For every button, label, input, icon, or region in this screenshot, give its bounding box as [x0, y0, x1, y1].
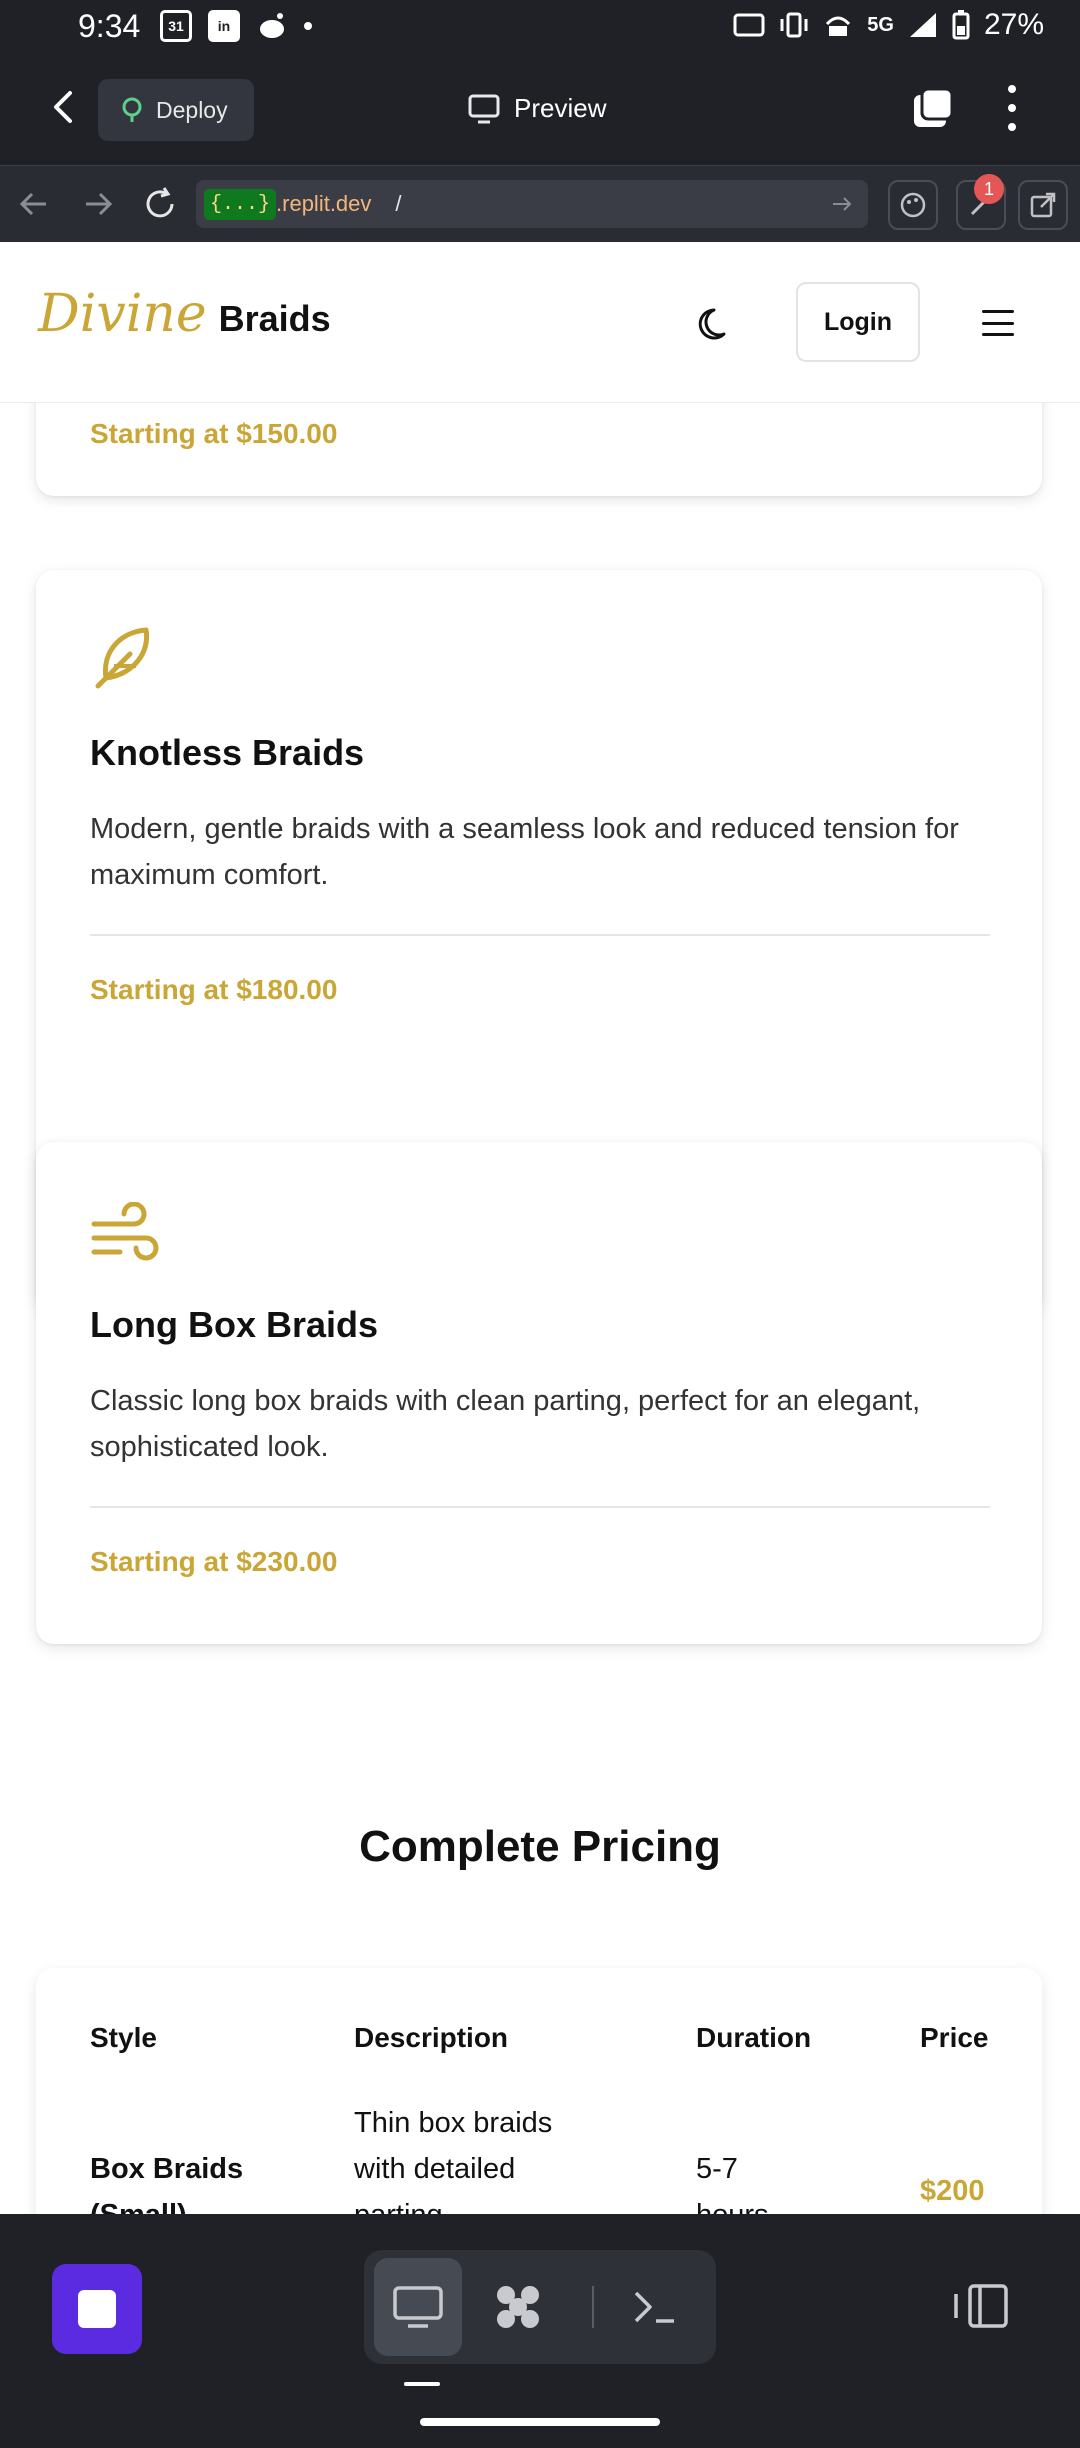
volte-icon [826, 16, 851, 36]
workspace-icon [497, 2286, 539, 2328]
separator [592, 2286, 594, 2328]
url-host: .replit.dev [276, 191, 372, 216]
web-preview: Starting at $150.00 Knotless Braids Mode… [0, 242, 1080, 2214]
more-options-icon[interactable] [1000, 85, 1024, 131]
back-arrow-icon[interactable] [44, 87, 84, 127]
deploy-button[interactable]: Deploy [98, 79, 254, 141]
stop-button[interactable] [52, 2264, 142, 2354]
service-price: Starting at $180.00 [90, 974, 338, 1005]
monitor-icon [393, 2286, 443, 2328]
cell-duration-line: 5-7 [696, 2153, 738, 2185]
workspace-view-button[interactable] [474, 2258, 562, 2356]
external-link-icon [1030, 192, 1056, 218]
url-bar: {...} .replit.dev / [0, 165, 1080, 243]
divider [90, 1506, 990, 1508]
cell-duration: 5-7 hours [696, 2146, 769, 2214]
cell-description-line: with detailed [354, 2153, 516, 2185]
cell-style: Box Braids (Small) [90, 2146, 243, 2214]
service-price: Starting at $150.00 [90, 418, 338, 449]
pricing-table: Style Description Duration Price Box Bra… [36, 1968, 1042, 2214]
url-input[interactable]: {...} .replit.dev / [196, 180, 868, 228]
home-indicator[interactable] [420, 2418, 660, 2426]
url-path: / [395, 191, 402, 216]
browser-forward-icon[interactable] [80, 186, 116, 222]
preview-view-button[interactable] [374, 2258, 462, 2356]
browser-back-icon[interactable] [16, 186, 52, 222]
site-header: Divine Braids Login [0, 242, 1080, 403]
deploy-icon [122, 97, 142, 122]
go-arrow-icon[interactable] [830, 192, 854, 216]
vibrate-icon [780, 12, 808, 38]
reload-icon[interactable] [142, 186, 178, 222]
service-title: Long Box Braids [90, 1304, 379, 1345]
preview-label: Preview [514, 93, 607, 123]
logo-script: Divine [38, 284, 207, 344]
column-header-duration: Duration [696, 2022, 812, 2053]
console-view-button[interactable] [612, 2258, 700, 2356]
service-card: Long Box Braids Classic long box braids … [36, 1142, 1042, 1644]
monitor-icon [468, 94, 500, 123]
cell-description: Thin box braids with detailed parting [354, 2100, 552, 2214]
app-toolbar: Deploy Preview [0, 55, 1080, 165]
moon-icon[interactable] [696, 304, 736, 344]
terminal-icon [634, 2291, 674, 2323]
column-header-price: Price [920, 2022, 989, 2053]
active-indicator [404, 2382, 440, 2386]
stop-icon [78, 2290, 116, 2328]
palette-button[interactable] [888, 180, 938, 230]
url-badge: {...} [204, 188, 277, 220]
tabs-icon[interactable] [910, 85, 956, 131]
reddit-icon [260, 13, 284, 38]
calendar-icon: 31 [160, 10, 192, 42]
service-description: Classic long box braids with clean parti… [90, 1385, 921, 1463]
feather-icon [95, 627, 150, 689]
cell-description-line: Thin box braids [354, 2107, 553, 2139]
logo-text: Braids [218, 298, 331, 339]
calendar-day: 31 [168, 18, 184, 34]
view-switcher [364, 2250, 716, 2364]
side-panel-icon[interactable] [952, 2280, 1010, 2332]
more-notifications-dot [304, 22, 312, 30]
notification-badge: 1 [974, 174, 1004, 204]
cell-price: $200 [920, 2175, 985, 2207]
wind-icon [91, 1202, 159, 1261]
linkedin-icon: in [208, 10, 240, 42]
cell-duration-line: hours [696, 2192, 769, 2214]
column-header-description: Description [354, 2022, 509, 2053]
auto-brightness-icon [733, 13, 765, 37]
open-external-button[interactable] [1018, 180, 1068, 230]
cell-description-line: parting [354, 2192, 552, 2214]
battery-icon [952, 10, 970, 40]
palette-icon [900, 192, 926, 218]
service-description: Modern, gentle braids with a seamless lo… [90, 813, 959, 891]
status-bar: 9:34 31 in 5G 27% [0, 0, 1080, 55]
divider [90, 934, 990, 936]
bottom-navigation [0, 2214, 1080, 2448]
cell-style-line: Box Braids [90, 2153, 244, 2185]
clock: 9:34 [78, 8, 141, 44]
service-title: Knotless Braids [90, 732, 365, 773]
service-price: Starting at $230.00 [90, 1546, 338, 1577]
pricing-title: Complete Pricing [359, 1822, 721, 1871]
tab-preview[interactable]: Preview [468, 93, 606, 124]
battery-percent: 27% [983, 8, 1044, 41]
network-type: 5G [867, 13, 894, 36]
column-header-style: Style [90, 2022, 157, 2053]
menu-icon[interactable] [982, 310, 1014, 336]
signal-icon [909, 13, 936, 37]
site-logo[interactable]: Divine Braids [38, 284, 331, 344]
deploy-label: Deploy [156, 96, 228, 123]
login-button[interactable]: Login [796, 282, 920, 362]
cell-style-line: (Small) [90, 2192, 243, 2214]
